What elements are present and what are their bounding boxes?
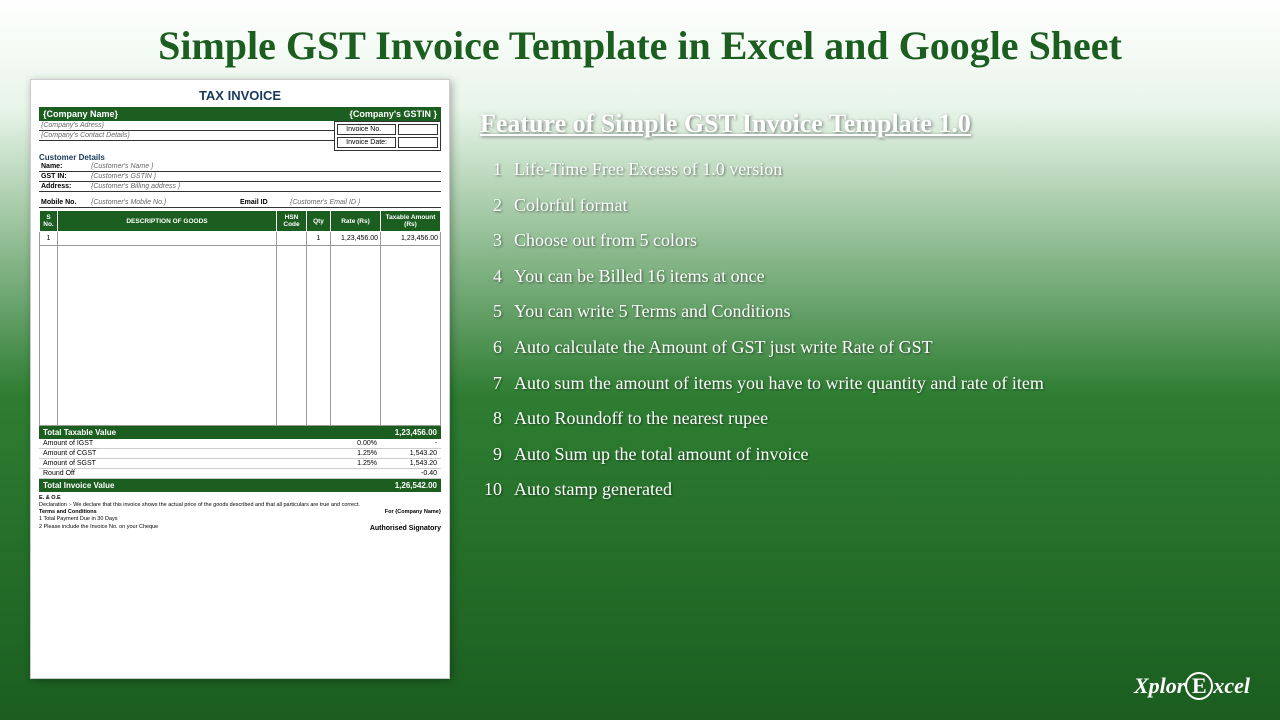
table-row: 1 1 1,23,456.00 1,23,456.00 — [40, 232, 441, 246]
logo-part2: E — [1185, 672, 1213, 700]
total-invoice-label: Total Invoice Value — [43, 481, 114, 490]
term1: 1 Total Payment Due in 30 Days — [39, 516, 158, 523]
feature-num: 5 — [480, 301, 502, 323]
feature-text: You can be Billed 16 items at once — [514, 266, 765, 288]
feature-list: 1 Life-Time Free Excess of 1.0 version 2C… — [480, 159, 1250, 501]
term2: 2 Please include the Invoice No. on your… — [39, 524, 158, 531]
invoice-no-label: Invoice No. — [337, 124, 396, 135]
logo-part3: xcel — [1213, 673, 1250, 698]
col-rate: Rate (Rs) — [331, 211, 381, 232]
company-name: {Company Name} — [43, 109, 118, 119]
feature-num: 10 — [480, 479, 502, 501]
roundoff-val: -0.40 — [377, 470, 437, 477]
gstin-val: {Customer's GSTIN } — [91, 173, 156, 180]
list-item: 9 Auto Sum up the total amount of invoice — [480, 444, 1250, 466]
igst-pct: 0.00% — [327, 440, 377, 447]
list-item: 1 Life-Time Free Excess of 1.0 version — [480, 159, 1250, 181]
terms-label: Terms and Conditions — [39, 509, 158, 516]
col-sno: S No. — [40, 211, 58, 232]
company-gstin: {Company's GSTIN } — [349, 109, 437, 119]
page-title: Simple GST Invoice Template in Excel and… — [0, 0, 1280, 79]
feature-text: You can write 5 Terms and Conditions — [514, 301, 791, 323]
invoice-date-label: Invoice Date: — [337, 137, 396, 148]
name-val: {Customer's Name } — [91, 163, 153, 170]
row1-rate: 1,23,456.00 — [331, 232, 381, 246]
feature-num: 8 — [480, 408, 502, 430]
address-label: Address: — [41, 183, 91, 190]
feature-text: Life-Time Free Excess of 1.0 version — [514, 159, 782, 181]
igst-label: Amount of IGST — [43, 440, 93, 447]
invoice-footer: E. & O.E Declaration :- We declare that … — [39, 495, 441, 534]
list-item: 7 Auto sum the amount of items you have t… — [480, 373, 1250, 395]
list-item: 3 Choose out from 5 colors — [480, 230, 1250, 252]
table-spacer — [40, 246, 441, 426]
roundoff-label: Round Off — [43, 470, 75, 477]
row1-sno: 1 — [40, 232, 58, 246]
invoice-doc-title: TAX INVOICE — [39, 88, 441, 103]
email-label: Email ID — [240, 199, 290, 206]
list-item: 10 Auto stamp generated — [480, 479, 1250, 501]
igst-val: - — [377, 440, 437, 447]
feature-text: Colorful format — [514, 195, 627, 217]
row1-qty: 1 — [307, 232, 331, 246]
list-item: 4 You can be Billed 16 items at once — [480, 266, 1250, 288]
invoice-meta-box: Invoice No. Invoice Date: — [334, 121, 441, 151]
feature-num: 6 — [480, 337, 502, 359]
list-item: 5 You can write 5 Terms and Conditions — [480, 301, 1250, 323]
invoice-header-bar: {Company Name} {Company's GSTIN } — [39, 107, 441, 121]
for-company: For {Company Name} — [370, 509, 441, 516]
col-amount: Taxable Amount (Rs) — [381, 211, 441, 232]
sgst-label: Amount of SGST — [43, 460, 96, 467]
sgst-pct: 1.25% — [327, 460, 377, 467]
total-taxable-label: Total Taxable Value — [43, 428, 116, 437]
feature-num: 9 — [480, 444, 502, 466]
content-row: TAX INVOICE {Company Name} {Company's GS… — [0, 79, 1280, 679]
feature-text: Auto sum the amount of items you have to… — [514, 373, 1044, 395]
list-item: 2 Colorful format — [480, 195, 1250, 217]
col-hsn: HSN Code — [277, 211, 307, 232]
col-desc: DESCRIPTION OF GOODS — [58, 211, 277, 232]
row1-amount: 1,23,456.00 — [381, 232, 441, 246]
email-val: {Customer's Email ID } — [290, 199, 439, 206]
address-val: {Customer's Billing address } — [91, 183, 180, 190]
items-table: S No. DESCRIPTION OF GOODS HSN Code Qty … — [39, 210, 441, 426]
features-panel: Feature of Simple GST Invoice Template 1… — [480, 79, 1250, 679]
feature-num: 4 — [480, 266, 502, 288]
customer-section: Customer Details — [39, 153, 441, 162]
features-heading: Feature of Simple GST Invoice Template 1… — [480, 109, 1250, 139]
feature-text: Auto calculate the Amount of GST just wr… — [514, 337, 933, 359]
feature-num: 2 — [480, 195, 502, 217]
feature-text: Auto stamp generated — [514, 479, 672, 501]
col-qty: Qty — [307, 211, 331, 232]
invoice-preview: TAX INVOICE {Company Name} {Company's GS… — [30, 79, 450, 679]
list-item: 8 Auto Roundoff to the nearest rupee — [480, 408, 1250, 430]
total-invoice-val: 1,26,542.00 — [395, 481, 437, 490]
company-contact: {Company's Contact Details} — [41, 132, 130, 139]
mobile-label: Mobile No. — [41, 199, 91, 206]
declaration: Declaration :- We declare that this invo… — [39, 502, 441, 509]
company-address: {Company's Adress} — [41, 122, 104, 129]
logo-part1: Xplor — [1134, 673, 1185, 698]
gstin-label: GST IN: — [41, 173, 91, 180]
mobile-val: {Customer's Mobile No.} — [91, 199, 240, 206]
feature-num: 3 — [480, 230, 502, 252]
signatory: Authorised Signatory — [370, 524, 441, 533]
total-invoice-row: Total Invoice Value 1,26,542.00 — [39, 479, 441, 492]
total-taxable-row: Total Taxable Value 1,23,456.00 — [39, 426, 441, 439]
cgst-label: Amount of CGST — [43, 450, 96, 457]
feature-num: 7 — [480, 373, 502, 395]
feature-text: Auto Sum up the total amount of invoice — [514, 444, 808, 466]
eoe: E. & O.E — [39, 495, 441, 502]
total-taxable-val: 1,23,456.00 — [395, 428, 437, 437]
feature-text: Auto Roundoff to the nearest rupee — [514, 408, 768, 430]
name-label: Name: — [41, 163, 91, 170]
feature-text: Choose out from 5 colors — [514, 230, 697, 252]
cgst-pct: 1.25% — [327, 450, 377, 457]
list-item: 6 Auto calculate the Amount of GST just w… — [480, 337, 1250, 359]
feature-num: 1 — [480, 159, 502, 181]
cgst-val: 1,543.20 — [377, 450, 437, 457]
brand-logo: XplorExcel — [1134, 672, 1250, 700]
sgst-val: 1,543.20 — [377, 460, 437, 467]
